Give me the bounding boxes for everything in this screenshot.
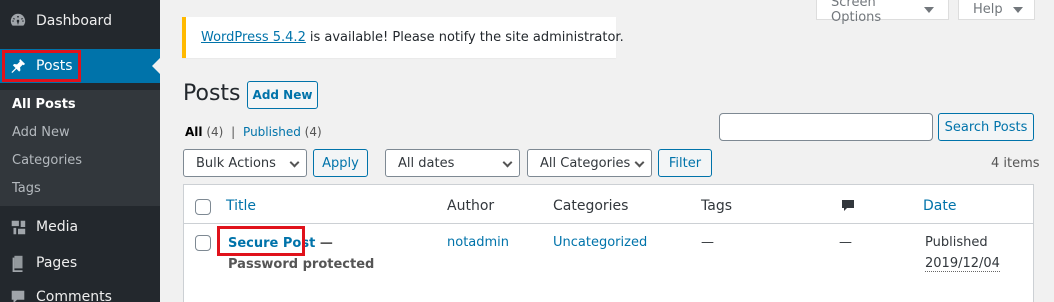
select-all-checkbox[interactable] (195, 199, 211, 215)
help-button[interactable]: Help (958, 0, 1035, 20)
column-tags-header: Tags (701, 198, 732, 214)
submenu-all-posts[interactable]: All Posts (12, 97, 76, 112)
categories-value: All Categories (540, 155, 631, 171)
chevron-down-icon (289, 157, 300, 168)
column-title-header[interactable]: Title (226, 198, 256, 214)
dates-select[interactable]: All dates (385, 149, 520, 177)
caret-down-icon (1012, 6, 1023, 13)
screen-options-label: Screen Options (831, 0, 882, 25)
dates-value: All dates (398, 155, 455, 171)
add-new-button[interactable]: Add New (247, 81, 318, 109)
row-checkbox[interactable] (195, 235, 211, 251)
filter-button[interactable]: Filter (658, 149, 712, 177)
pages-icon (0, 254, 36, 272)
post-author-link[interactable]: notadmin (447, 235, 509, 250)
menu-dashboard[interactable]: Dashboard (0, 4, 160, 38)
update-link[interactable]: WordPress 5.4.2 (201, 30, 306, 45)
caret-down-icon (924, 6, 934, 13)
menu-pages[interactable]: Pages (0, 246, 160, 280)
highlight-box-post-title (217, 226, 305, 256)
search-posts-button[interactable]: Search Posts (938, 113, 1034, 141)
highlight-box-posts (2, 50, 81, 82)
posts-submenu: All Posts Add New Categories Tags (0, 90, 160, 206)
post-date: 2019/12/04 (925, 256, 1000, 272)
media-icon (0, 218, 36, 236)
items-count: 4 items (991, 156, 1040, 171)
column-author-header: Author (447, 198, 495, 214)
menu-comments-label: Comments (36, 289, 112, 302)
apply-button[interactable]: Apply (313, 149, 368, 177)
post-comments: — (839, 235, 852, 250)
page-title: Posts (183, 81, 241, 106)
posts-table: Title Author Categories Tags Date Secure… (183, 184, 1034, 302)
submenu-add-new[interactable]: Add New (12, 125, 70, 140)
column-categories-header: Categories (553, 198, 629, 214)
comments-icon (0, 288, 36, 302)
current-menu-arrow (152, 58, 160, 74)
table-header-divider (184, 223, 1033, 224)
chevron-down-icon (634, 157, 645, 168)
menu-media-label: Media (36, 219, 79, 235)
dashboard-icon (0, 12, 36, 30)
view-published-count: (4) (304, 125, 322, 139)
menu-comments[interactable]: Comments (0, 280, 160, 302)
menu-media[interactable]: Media (0, 210, 160, 244)
submenu-categories[interactable]: Categories (12, 153, 82, 168)
search-input[interactable] (719, 113, 933, 141)
post-status: Published (925, 235, 988, 250)
view-published[interactable]: Published (243, 125, 301, 139)
post-tags: — (701, 235, 714, 250)
view-all[interactable]: All (185, 125, 203, 139)
submenu-tags[interactable]: Tags (12, 181, 41, 196)
bulk-actions-value: Bulk Actions (196, 155, 276, 171)
view-separator: | (231, 125, 236, 139)
post-category-link[interactable]: Uncategorized (553, 235, 647, 250)
comments-icon[interactable] (840, 198, 856, 218)
admin-sidebar: Dashboard Posts All Posts Add New Catego… (0, 0, 160, 302)
column-date-header[interactable]: Date (923, 198, 956, 214)
update-notice-text: is available! Please notify the site adm… (309, 30, 624, 45)
chevron-down-icon (502, 157, 513, 168)
post-status-views: All (4) | Published (4) (185, 125, 322, 139)
screen-options-button[interactable]: Screen Options (816, 0, 949, 25)
help-label: Help (973, 2, 1003, 17)
view-all-count: (4) (206, 125, 224, 139)
update-notice: WordPress 5.4.2 is available! Please not… (182, 17, 624, 58)
bulk-actions-select[interactable]: Bulk Actions (183, 149, 307, 177)
menu-pages-label: Pages (36, 255, 78, 271)
menu-dashboard-label: Dashboard (36, 13, 112, 29)
categories-select[interactable]: All Categories (527, 149, 652, 177)
